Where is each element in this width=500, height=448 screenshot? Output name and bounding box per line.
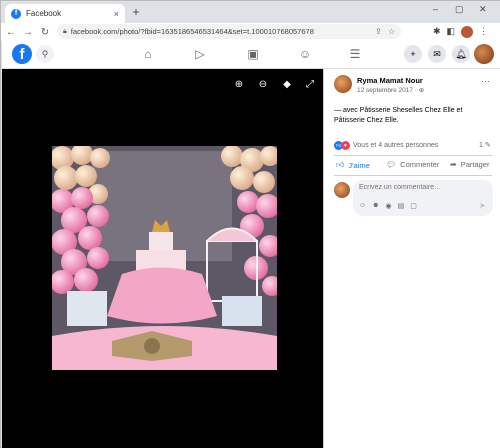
divider [334,175,492,176]
post-details-panel: Ryma Mamat Nour 12 septembre 2017 · ⊕ ⋯ … [323,69,500,448]
account-avatar[interactable] [474,44,494,64]
extensions-icon[interactable]: ✱ [433,26,441,38]
like-label: J'aime [348,160,370,170]
comment-input[interactable] [359,184,487,191]
reactions-summary[interactable]: 👍︎ ♥ Vous et 4 autres personnes [334,141,438,150]
maximize-button[interactable]: ▢ [455,4,464,15]
love-reaction-icon: ♥ [341,141,350,150]
emoji-icon[interactable]: ☻ [372,202,379,210]
comment-button[interactable]: 💬︎ Commenter [386,160,439,169]
forward-arrow-icon[interactable]: → [21,27,35,38]
thumbs-up-icon: 👍︎ [336,160,345,169]
watch-video-icon[interactable]: ▷ [192,47,208,61]
avatar-sticker-icon[interactable]: ☺ [359,202,366,210]
browser-toolbar: ✱ ◧ ⋮ [433,26,488,38]
send-icon[interactable]: ➤ [479,201,486,210]
fullscreen-icon[interactable]: ⤢ [303,79,317,90]
messenger-icon[interactable]: ✉ [428,45,446,63]
bookmark-star-icon[interactable]: ☆ [388,27,395,36]
speech-bubble-icon: 💬︎ [386,160,397,169]
browser-profile-avatar[interactable] [461,26,474,38]
groups-icon[interactable]: ☺ [297,47,313,61]
browser-window: f Facebook × + – ▢ ✕ ← → ↻ 🔒︎ facebook.c… [0,0,500,448]
author-name[interactable]: Ryma Mamat Nour [357,76,423,85]
browser-menu-icon[interactable]: ⋮ [479,26,488,38]
comment-count[interactable]: 1 ✎ [479,141,491,149]
gif-icon[interactable]: ▤ [398,202,405,210]
zoom-in-icon[interactable]: ⊕ [232,79,246,90]
share-arrow-icon: ➦ [450,160,457,169]
lock-icon: 🔒︎ [63,27,67,35]
tab-facebook[interactable]: f Facebook × [5,4,125,23]
facebook-navbar: f ⚲ ⌂ ▷ ▣ ☺ ☰ + ✉ 🔔︎ [2,41,500,69]
comment-count-value: 1 [479,142,483,149]
search-icon[interactable]: ⚲ [36,45,54,63]
facebook-favicon-icon: f [11,8,21,19]
composer-tools: ☺ ☻ ◉ ▤ ▢ [359,202,417,210]
tab-bar: f Facebook × + – ▢ ✕ [1,1,500,23]
author-avatar[interactable] [334,75,352,93]
new-tab-button[interactable]: + [129,5,143,19]
comment-composer[interactable]: ☺ ☻ ◉ ▤ ▢ ➤ [353,180,493,216]
home-icon[interactable]: ⌂ [140,47,156,61]
like-button[interactable]: 👍︎ J'aime [336,160,370,170]
close-tab-icon[interactable]: × [114,9,119,19]
menu-hamburger-icon[interactable]: ☰ [347,47,363,61]
comment-count-icon: ✎ [484,142,491,149]
photo-viewer: ⊕ ⊖ ◆ ⤢ [2,69,323,448]
cake-table-picture [52,146,277,370]
tab-title: Facebook [26,9,62,18]
photo-image [52,146,277,370]
zoom-out-icon[interactable]: ⊖ [256,79,270,90]
share-page-icon[interactable]: ⇪ [375,27,382,36]
more-options-icon[interactable]: ⋯ [481,76,490,87]
side-panel-icon[interactable]: ◧ [447,26,456,38]
address-row: ← → ↻ 🔒︎ facebook.com/photo/?fbid=163518… [1,23,500,41]
camera-icon[interactable]: ◉ [386,202,392,210]
divider [334,155,492,156]
commenter-avatar [334,182,350,198]
share-button[interactable]: ➦ Partager [450,160,489,169]
sticker-icon[interactable]: ▢ [410,202,417,210]
comment-label: Commenter [400,160,440,169]
back-arrow-icon[interactable]: ← [4,27,18,38]
facebook-logo[interactable]: f [12,44,32,64]
post-date[interactable]: 12 septembre 2017 · ⊕ [357,86,424,94]
tag-icon[interactable]: ◆ [280,79,294,90]
reactions-text: Vous et 4 autres personnes [353,142,439,149]
notifications-bell-icon[interactable]: 🔔︎ [452,45,470,63]
address-bar[interactable]: 🔒︎ facebook.com/photo/?fbid=163518654653… [57,24,401,39]
window-close-button[interactable]: ✕ [479,4,487,15]
share-label: Partager [460,160,490,169]
url-text: facebook.com/photo/?fbid=163518654653146… [70,27,314,36]
post-caption: — avec Pâtisserie Sheselles Chez Elle et… [334,107,463,124]
reload-icon[interactable]: ↻ [38,27,52,38]
marketplace-icon[interactable]: ▣ [245,47,261,61]
minimize-button[interactable]: – [433,4,438,14]
create-plus-icon[interactable]: + [404,45,422,63]
